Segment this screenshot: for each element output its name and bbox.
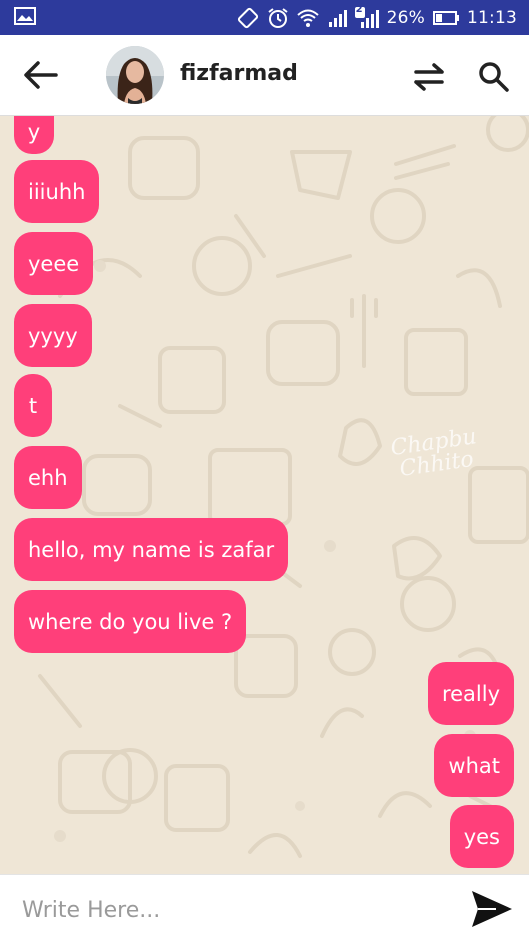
message-bubble-received[interactable]: yyyy [14, 304, 92, 367]
message-text: what [448, 753, 500, 778]
battery-percent: 26% [386, 7, 425, 28]
sim-badge: 2 [355, 3, 363, 15]
chat-area[interactable]: Chapbu Chhito y iiiuhh yeee yyyy t ehh h… [0, 116, 529, 874]
swap-arrows-icon [414, 63, 444, 91]
message-text: yes [463, 824, 500, 849]
message-input[interactable] [20, 889, 454, 931]
message-text: really [441, 681, 500, 706]
message-text: yyyy [28, 323, 78, 348]
message-bubble-received[interactable]: t [14, 374, 52, 437]
chat-header: fizfarmad [0, 35, 529, 116]
status-bar: 2 26% 11:13 [0, 0, 529, 35]
message-bubble-received[interactable]: iiiuhh [14, 160, 100, 223]
swap-button[interactable] [410, 62, 448, 92]
signal-icon-sim1 [327, 8, 347, 28]
arrow-left-icon [24, 61, 58, 89]
message-bubble-received[interactable]: y [14, 116, 54, 154]
message-bubble-received[interactable]: ehh [14, 446, 82, 509]
wifi-icon [296, 8, 319, 28]
clock: 11:13 [467, 7, 517, 28]
message-bubble-sent[interactable]: what [434, 734, 514, 797]
battery-icon [433, 10, 459, 25]
search-button[interactable] [478, 61, 510, 93]
alarm-icon [267, 7, 289, 29]
search-icon [479, 62, 509, 92]
send-button[interactable] [470, 889, 514, 929]
signal-icon-sim2: 2 [354, 3, 379, 29]
message-text: where do you live ? [28, 609, 233, 634]
message-text: yeee [28, 251, 80, 276]
rotate-icon [237, 7, 259, 29]
gallery-notification-icon [14, 6, 36, 29]
message-text: t [28, 393, 38, 418]
contact-name[interactable]: fizfarmad [180, 61, 298, 86]
message-text: y [27, 120, 41, 144]
composer-bar [0, 874, 529, 942]
message-text: iiiuhh [28, 179, 86, 204]
message-bubble-received[interactable]: hello, my name is zafar [14, 518, 289, 581]
message-bubble-received[interactable]: yeee [14, 232, 94, 295]
message-bubble-sent[interactable]: really [427, 662, 514, 725]
message-text: hello, my name is zafar [28, 537, 275, 562]
back-button[interactable] [22, 59, 60, 91]
send-icon [472, 891, 512, 927]
avatar[interactable] [106, 46, 164, 104]
message-text: ehh [28, 465, 68, 490]
message-bubble-sent[interactable]: yes [449, 805, 514, 868]
message-bubble-received[interactable]: where do you live ? [14, 590, 247, 653]
